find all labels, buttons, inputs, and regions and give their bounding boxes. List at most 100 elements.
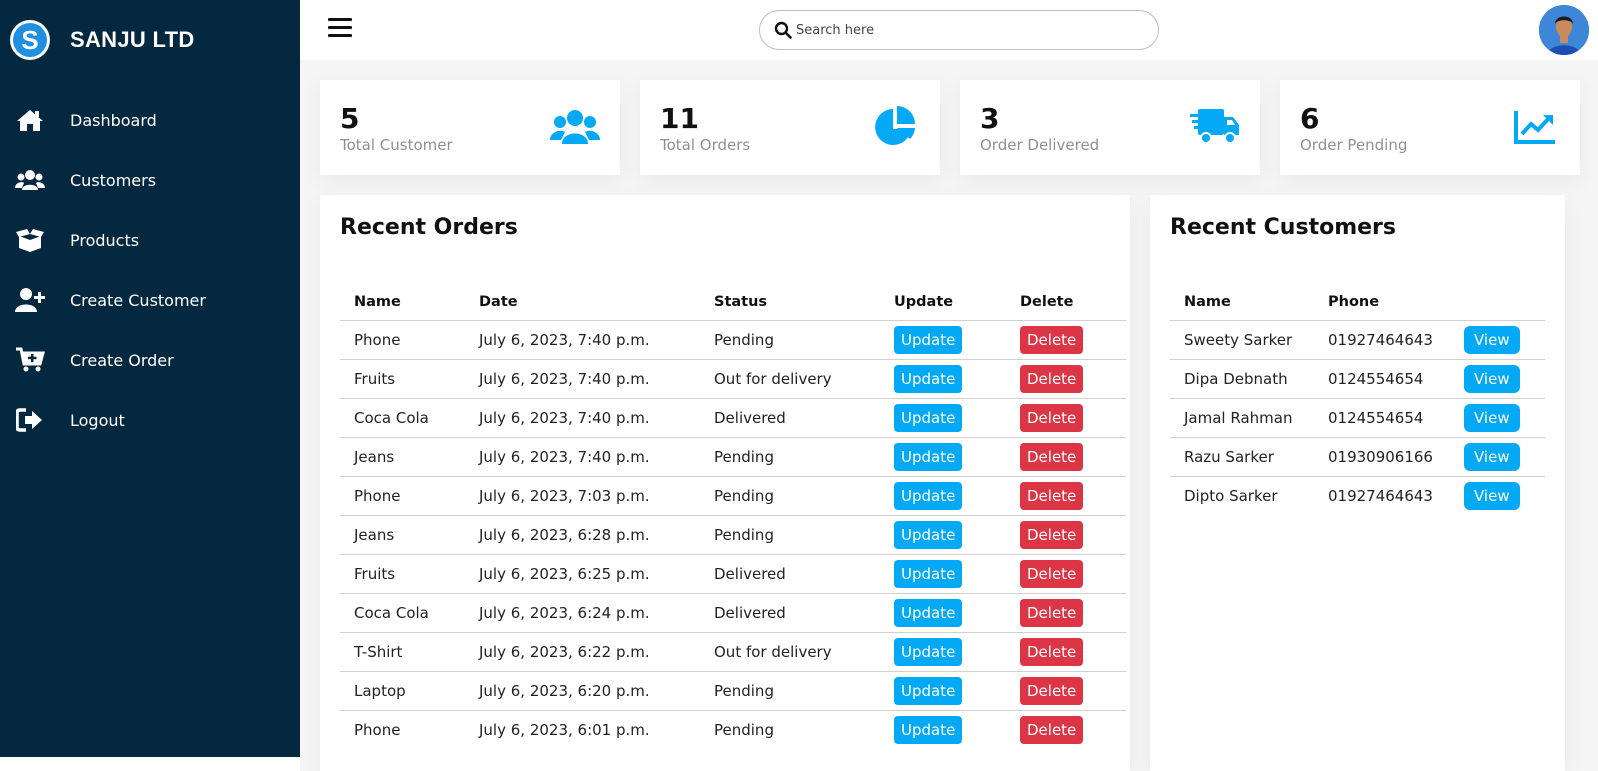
view-button[interactable]: View bbox=[1464, 364, 1520, 393]
delete-button[interactable]: Delete bbox=[1020, 520, 1084, 549]
table-row: Dipa Debnath 0124554654 View bbox=[1170, 359, 1545, 399]
delete-cell: Delete bbox=[1006, 632, 1126, 672]
sidebar-item-create-order[interactable]: Create Order bbox=[0, 330, 300, 390]
table-row: Jamal Rahman 0124554654 View bbox=[1170, 398, 1545, 438]
recent-orders-panel: Recent Orders Name Date Status Update De… bbox=[320, 195, 1130, 771]
recent-customers-title: Recent Customers bbox=[1170, 215, 1396, 240]
customer-phone: 0124554654 bbox=[1314, 359, 1450, 399]
customer-name: Dipa Debnath bbox=[1170, 359, 1314, 399]
sidebar: S SANJU LTD Dashboard Customers Products bbox=[0, 0, 300, 757]
delete-button[interactable]: Delete bbox=[1020, 715, 1084, 744]
order-status: Pending bbox=[700, 437, 880, 477]
order-name: Coca Cola bbox=[340, 593, 465, 633]
card-name: Total Orders bbox=[660, 136, 751, 154]
table-row: Phone July 6, 2023, 6:01 p.m. Pending Updat… bbox=[340, 710, 1126, 749]
customer-phone: 01927464643 bbox=[1328, 486, 1433, 505]
search-input[interactable] bbox=[796, 22, 1126, 38]
update-cell: Update bbox=[880, 710, 1006, 749]
search-icon bbox=[774, 21, 792, 39]
order-status: Out for delivery bbox=[700, 359, 880, 399]
update-button[interactable]: Update bbox=[894, 481, 963, 510]
update-button[interactable]: Update bbox=[894, 442, 963, 471]
sidebar-item-logout[interactable]: Logout bbox=[0, 390, 300, 450]
sidebar-item-dashboard[interactable]: Dashboard bbox=[0, 90, 300, 150]
table-row: Coca Cola July 6, 2023, 6:24 p.m. Delivere… bbox=[340, 593, 1126, 633]
delete-button[interactable]: Delete bbox=[1020, 481, 1084, 510]
update-cell: Update bbox=[880, 359, 1006, 399]
search-bar[interactable] bbox=[759, 10, 1159, 50]
box-icon bbox=[15, 225, 45, 255]
sidebar-item-label: Create Customer bbox=[70, 290, 206, 310]
card-number: 11 bbox=[660, 102, 699, 135]
customer-phone: 01930906166 bbox=[1314, 437, 1450, 477]
update-button[interactable]: Update bbox=[894, 598, 963, 627]
update-button[interactable]: Update bbox=[894, 403, 963, 432]
delete-button[interactable]: Delete bbox=[1020, 403, 1084, 432]
view-button[interactable]: View bbox=[1464, 442, 1520, 471]
delete-button[interactable]: Delete bbox=[1020, 364, 1084, 393]
customers-table-body: Sweety Sarker 01927464643 View Dipa Debnath… bbox=[1170, 320, 1545, 515]
table-row: Coca Cola July 6, 2023, 7:40 p.m. Delivere… bbox=[340, 398, 1126, 438]
menu-toggle-icon[interactable] bbox=[328, 18, 352, 38]
update-cell: Update bbox=[880, 398, 1006, 438]
sidebar-item-label: Create Order bbox=[70, 350, 174, 370]
view-cell: View bbox=[1450, 320, 1545, 360]
update-button[interactable]: Update bbox=[894, 559, 963, 588]
delete-button[interactable]: Delete bbox=[1020, 442, 1084, 471]
trend-chart-icon bbox=[1510, 105, 1560, 149]
brand[interactable]: S SANJU LTD bbox=[10, 19, 195, 61]
order-date: July 6, 2023, 7:40 p.m. bbox=[465, 359, 700, 399]
view-button[interactable]: View bbox=[1464, 325, 1520, 354]
delete-button[interactable]: Delete bbox=[1020, 559, 1084, 588]
view-button[interactable]: View bbox=[1464, 403, 1520, 432]
order-name: Laptop bbox=[340, 671, 465, 711]
user-plus-icon bbox=[15, 285, 45, 315]
update-button[interactable]: Update bbox=[894, 325, 963, 354]
delete-button[interactable]: Delete bbox=[1020, 676, 1084, 705]
column-header: Delete bbox=[1006, 285, 1126, 321]
view-button[interactable]: View bbox=[1464, 481, 1520, 510]
update-button[interactable]: Update bbox=[894, 676, 963, 705]
orders-table-body: Phone July 6, 2023, 7:40 p.m. Pending Updat… bbox=[340, 320, 1126, 749]
stat-card-order-pending[interactable]: 6 Order Pending bbox=[1280, 80, 1580, 175]
table-row: Fruits July 6, 2023, 7:40 p.m. Out for del… bbox=[340, 359, 1126, 399]
delete-cell: Delete bbox=[1006, 476, 1126, 516]
delete-button[interactable]: Delete bbox=[1020, 637, 1084, 666]
sidebar-item-label: Logout bbox=[70, 410, 125, 430]
brand-name: SANJU LTD bbox=[70, 27, 195, 52]
customer-name: Jamal Rahman bbox=[1170, 398, 1314, 438]
column-header bbox=[1450, 285, 1545, 321]
sidebar-item-products[interactable]: Products bbox=[0, 210, 300, 270]
order-date: July 6, 2023, 7:40 p.m. bbox=[465, 320, 700, 360]
view-cell: View bbox=[1450, 437, 1545, 477]
sidebar-item-label: Customers bbox=[70, 170, 157, 190]
view-cell: View bbox=[1450, 398, 1545, 438]
sidebar-item-label: Products bbox=[70, 230, 140, 250]
column-header: Status bbox=[700, 285, 880, 321]
update-cell: Update bbox=[880, 437, 1006, 477]
order-date: July 6, 2023, 6:01 p.m. bbox=[479, 720, 650, 739]
stat-card-total-customer[interactable]: 5 Total Customer bbox=[320, 80, 620, 175]
update-button[interactable]: Update bbox=[894, 715, 963, 744]
update-button[interactable]: Update bbox=[894, 637, 963, 666]
sidebar-item-customers[interactable]: Customers bbox=[0, 150, 300, 210]
update-button[interactable]: Update bbox=[894, 520, 963, 549]
table-row: Dipto Sarker 01927464643 View bbox=[1170, 476, 1545, 515]
customer-name: Razu Sarker bbox=[1170, 437, 1314, 477]
update-button[interactable]: Update bbox=[894, 364, 963, 393]
order-status: Delivered bbox=[700, 398, 880, 438]
delete-button[interactable]: Delete bbox=[1020, 598, 1084, 627]
update-cell: Update bbox=[880, 476, 1006, 516]
order-status: Pending bbox=[700, 320, 880, 360]
stat-card-total-orders[interactable]: 11 Total Orders bbox=[640, 80, 940, 175]
truck-icon bbox=[1190, 105, 1240, 149]
sidebar-item-create-customer[interactable]: Create Customer bbox=[0, 270, 300, 330]
order-date: July 6, 2023, 7:40 p.m. bbox=[465, 437, 700, 477]
users-icon bbox=[550, 105, 600, 149]
delete-cell: Delete bbox=[1006, 398, 1126, 438]
avatar[interactable] bbox=[1539, 5, 1589, 55]
stat-card-order-delivered[interactable]: 3 Order Delivered bbox=[960, 80, 1260, 175]
delete-button[interactable]: Delete bbox=[1020, 325, 1084, 354]
recent-orders-table: Name Date Status Update Delete Phone July… bbox=[340, 285, 1126, 749]
column-header: Name bbox=[1170, 285, 1314, 321]
